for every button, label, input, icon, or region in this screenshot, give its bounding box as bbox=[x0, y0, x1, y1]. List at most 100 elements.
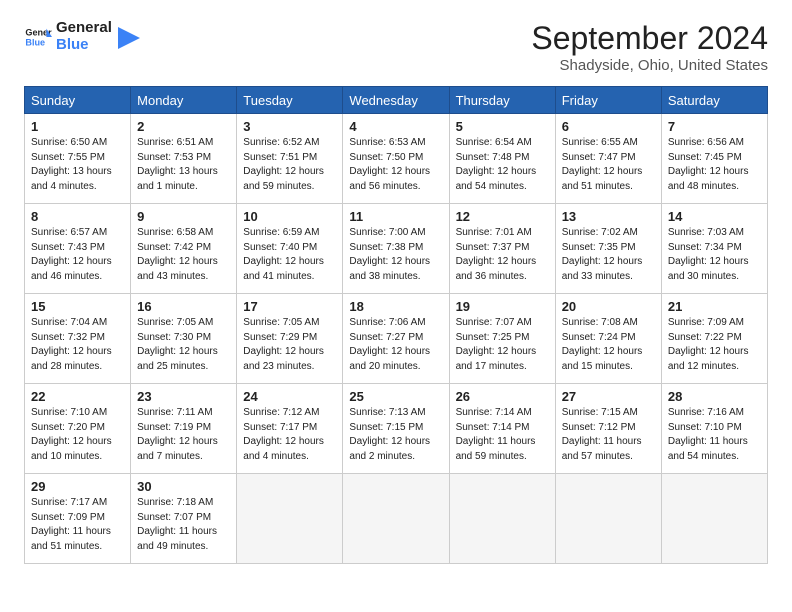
logo-general: General bbox=[56, 20, 112, 37]
calendar-cell: 3 Sunrise: 6:52 AM Sunset: 7:51 PM Daylig… bbox=[237, 114, 343, 204]
day-detail: Sunrise: 6:55 AM Sunset: 7:47 PM Dayligh… bbox=[562, 136, 655, 194]
calendar-cell: 30 Sunrise: 7:18 AM Sunset: 7:07 PM Dayli… bbox=[131, 474, 237, 564]
calendar-cell: 15 Sunrise: 7:04 AM Sunset: 7:32 PM Dayli… bbox=[25, 294, 131, 384]
calendar-cell: 22Sunrise: 7:10 AM Sunset: 7:20 PM Dayli… bbox=[25, 384, 131, 474]
day-number: 19 bbox=[456, 299, 549, 314]
day-number: 15 bbox=[31, 299, 124, 314]
day-detail: Sunrise: 6:57 AM Sunset: 7:43 PM Dayligh… bbox=[31, 226, 124, 284]
header-sunday: Sunday bbox=[25, 87, 131, 114]
day-number: 29 bbox=[31, 479, 124, 494]
calendar-cell: 13Sunrise: 7:02 AM Sunset: 7:35 PM Dayli… bbox=[555, 204, 661, 294]
day-number: 6 bbox=[562, 119, 655, 134]
day-number: 25 bbox=[349, 389, 442, 404]
calendar-cell: 9Sunrise: 6:58 AM Sunset: 7:42 PM Daylig… bbox=[131, 204, 237, 294]
calendar-cell bbox=[449, 474, 555, 564]
calendar-cell: 4 Sunrise: 6:53 AM Sunset: 7:50 PM Daylig… bbox=[343, 114, 449, 204]
day-detail: Sunrise: 6:54 AM Sunset: 7:48 PM Dayligh… bbox=[456, 136, 549, 194]
day-number: 11 bbox=[349, 209, 442, 224]
day-detail: Sunrise: 7:07 AM Sunset: 7:25 PM Dayligh… bbox=[456, 316, 549, 374]
day-detail: Sunrise: 7:06 AM Sunset: 7:27 PM Dayligh… bbox=[349, 316, 442, 374]
calendar-week-row: 8 Sunrise: 6:57 AM Sunset: 7:43 PM Daylig… bbox=[25, 204, 768, 294]
logo-icon: General Blue bbox=[24, 23, 52, 51]
calendar-cell: 28 Sunrise: 7:16 AM Sunset: 7:10 PM Dayli… bbox=[661, 384, 767, 474]
day-detail: Sunrise: 7:18 AM Sunset: 7:07 PM Dayligh… bbox=[137, 496, 230, 554]
day-detail: Sunrise: 7:14 AM Sunset: 7:14 PM Dayligh… bbox=[456, 406, 549, 464]
day-detail: Sunrise: 7:02 AM Sunset: 7:35 PM Dayligh… bbox=[562, 226, 655, 284]
day-detail: Sunrise: 7:04 AM Sunset: 7:32 PM Dayligh… bbox=[31, 316, 124, 374]
calendar-cell: 11 Sunrise: 7:00 AM Sunset: 7:38 PM Dayli… bbox=[343, 204, 449, 294]
day-number: 23 bbox=[137, 389, 230, 404]
header-tuesday: Tuesday bbox=[237, 87, 343, 114]
calendar-cell: 23 Sunrise: 7:11 AM Sunset: 7:19 PM Dayli… bbox=[131, 384, 237, 474]
calendar-week-row: 1 Sunrise: 6:50 AM Sunset: 7:55 PM Daylig… bbox=[25, 114, 768, 204]
day-number: 8 bbox=[31, 209, 124, 224]
day-detail: Sunrise: 7:16 AM Sunset: 7:10 PM Dayligh… bbox=[668, 406, 761, 464]
day-detail: Sunrise: 7:13 AM Sunset: 7:15 PM Dayligh… bbox=[349, 406, 442, 464]
calendar-week-row: 22Sunrise: 7:10 AM Sunset: 7:20 PM Dayli… bbox=[25, 384, 768, 474]
calendar-cell bbox=[343, 474, 449, 564]
calendar-cell: 18 Sunrise: 7:06 AM Sunset: 7:27 PM Dayli… bbox=[343, 294, 449, 384]
day-number: 14 bbox=[668, 209, 761, 224]
calendar-subtitle: Shadyside, Ohio, United States bbox=[531, 57, 768, 74]
day-number: 1 bbox=[31, 119, 124, 134]
logo-blue: Blue bbox=[56, 37, 112, 54]
day-number: 3 bbox=[243, 119, 336, 134]
day-number: 4 bbox=[349, 119, 442, 134]
calendar-cell: 25 Sunrise: 7:13 AM Sunset: 7:15 PM Dayli… bbox=[343, 384, 449, 474]
header-saturday: Saturday bbox=[661, 87, 767, 114]
calendar-cell: 10Sunrise: 6:59 AM Sunset: 7:40 PM Dayli… bbox=[237, 204, 343, 294]
svg-text:Blue: Blue bbox=[25, 37, 45, 47]
day-detail: Sunrise: 7:15 AM Sunset: 7:12 PM Dayligh… bbox=[562, 406, 655, 464]
calendar-cell bbox=[555, 474, 661, 564]
calendar-cell: 1 Sunrise: 6:50 AM Sunset: 7:55 PM Daylig… bbox=[25, 114, 131, 204]
day-detail: Sunrise: 6:52 AM Sunset: 7:51 PM Dayligh… bbox=[243, 136, 336, 194]
day-detail: Sunrise: 7:08 AM Sunset: 7:24 PM Dayligh… bbox=[562, 316, 655, 374]
day-number: 2 bbox=[137, 119, 230, 134]
day-number: 10 bbox=[243, 209, 336, 224]
day-number: 7 bbox=[668, 119, 761, 134]
day-detail: Sunrise: 7:11 AM Sunset: 7:19 PM Dayligh… bbox=[137, 406, 230, 464]
day-number: 24 bbox=[243, 389, 336, 404]
calendar-cell: 7 Sunrise: 6:56 AM Sunset: 7:45 PM Daylig… bbox=[661, 114, 767, 204]
calendar-cell: 17Sunrise: 7:05 AM Sunset: 7:29 PM Dayli… bbox=[237, 294, 343, 384]
calendar-cell: 27Sunrise: 7:15 AM Sunset: 7:12 PM Dayli… bbox=[555, 384, 661, 474]
calendar-cell: 14Sunrise: 7:03 AM Sunset: 7:34 PM Dayli… bbox=[661, 204, 767, 294]
calendar-week-row: 15 Sunrise: 7:04 AM Sunset: 7:32 PM Dayli… bbox=[25, 294, 768, 384]
header-thursday: Thursday bbox=[449, 87, 555, 114]
day-detail: Sunrise: 6:50 AM Sunset: 7:55 PM Dayligh… bbox=[31, 136, 124, 194]
day-detail: Sunrise: 7:05 AM Sunset: 7:29 PM Dayligh… bbox=[243, 316, 336, 374]
day-detail: Sunrise: 6:53 AM Sunset: 7:50 PM Dayligh… bbox=[349, 136, 442, 194]
day-detail: Sunrise: 7:00 AM Sunset: 7:38 PM Dayligh… bbox=[349, 226, 442, 284]
logo-arrow-icon bbox=[118, 27, 140, 49]
day-number: 18 bbox=[349, 299, 442, 314]
day-number: 16 bbox=[137, 299, 230, 314]
calendar-cell: 8 Sunrise: 6:57 AM Sunset: 7:43 PM Daylig… bbox=[25, 204, 131, 294]
header-monday: Monday bbox=[131, 87, 237, 114]
calendar-cell: 29Sunrise: 7:17 AM Sunset: 7:09 PM Dayli… bbox=[25, 474, 131, 564]
header-friday: Friday bbox=[555, 87, 661, 114]
day-number: 21 bbox=[668, 299, 761, 314]
calendar-title: September 2024 bbox=[531, 20, 768, 57]
day-number: 28 bbox=[668, 389, 761, 404]
day-detail: Sunrise: 6:56 AM Sunset: 7:45 PM Dayligh… bbox=[668, 136, 761, 194]
day-number: 26 bbox=[456, 389, 549, 404]
day-number: 12 bbox=[456, 209, 549, 224]
calendar-cell: 24 Sunrise: 7:12 AM Sunset: 7:17 PM Dayli… bbox=[237, 384, 343, 474]
calendar-week-row: 29Sunrise: 7:17 AM Sunset: 7:09 PM Dayli… bbox=[25, 474, 768, 564]
day-number: 5 bbox=[456, 119, 549, 134]
calendar-cell: 20 Sunrise: 7:08 AM Sunset: 7:24 PM Dayli… bbox=[555, 294, 661, 384]
calendar-cell: 2 Sunrise: 6:51 AM Sunset: 7:53 PM Daylig… bbox=[131, 114, 237, 204]
day-detail: Sunrise: 6:51 AM Sunset: 7:53 PM Dayligh… bbox=[137, 136, 230, 194]
calendar-cell: 19 Sunrise: 7:07 AM Sunset: 7:25 PM Dayli… bbox=[449, 294, 555, 384]
day-detail: Sunrise: 7:05 AM Sunset: 7:30 PM Dayligh… bbox=[137, 316, 230, 374]
day-number: 30 bbox=[137, 479, 230, 494]
calendar-header-row: SundayMondayTuesdayWednesdayThursdayFrid… bbox=[25, 87, 768, 114]
logo: General Blue General Blue bbox=[24, 20, 140, 53]
calendar-cell: 16 Sunrise: 7:05 AM Sunset: 7:30 PM Dayli… bbox=[131, 294, 237, 384]
day-detail: Sunrise: 7:12 AM Sunset: 7:17 PM Dayligh… bbox=[243, 406, 336, 464]
calendar-table: SundayMondayTuesdayWednesdayThursdayFrid… bbox=[24, 86, 768, 564]
day-number: 20 bbox=[562, 299, 655, 314]
calendar-cell bbox=[661, 474, 767, 564]
day-detail: Sunrise: 6:58 AM Sunset: 7:42 PM Dayligh… bbox=[137, 226, 230, 284]
calendar-cell: 5 Sunrise: 6:54 AM Sunset: 7:48 PM Daylig… bbox=[449, 114, 555, 204]
